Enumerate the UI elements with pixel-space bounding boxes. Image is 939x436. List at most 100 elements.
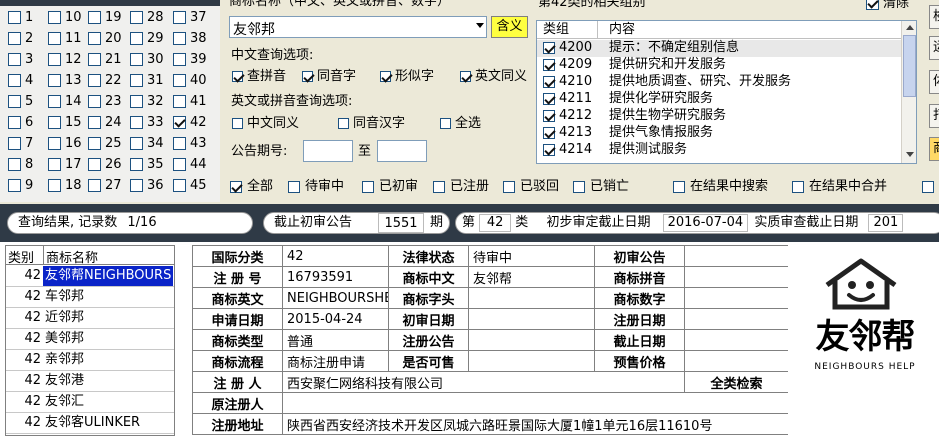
class-checkbox-12[interactable] xyxy=(48,53,61,66)
group-row[interactable]: 4214 提供测试服务 xyxy=(537,142,901,159)
group-list[interactable]: 类组 内容 4200 提示：不确定组别信息 4209 提供研究和开发服务 4210 提供地… xyxy=(536,20,917,164)
group-row-checkbox[interactable] xyxy=(543,76,555,88)
contains-button[interactable]: 含义 xyxy=(491,16,528,38)
result-row[interactable]: 42 友邻港 xyxy=(6,371,174,392)
prelim-date-value[interactable]: 2016-07-04 xyxy=(662,214,749,232)
result-row[interactable]: 42 友邻汇 xyxy=(6,392,174,413)
group-row-checkbox[interactable] xyxy=(543,42,555,54)
clear-checkbox[interactable] xyxy=(866,0,879,10)
status-filter-checkbox[interactable] xyxy=(503,181,515,193)
group-row[interactable]: 4209 提供研究和开发服务 xyxy=(537,57,901,74)
class-checkbox-6[interactable] xyxy=(8,116,21,129)
group-row[interactable]: 4212 提供生物学研究服务 xyxy=(537,108,901,125)
class-checkbox-23[interactable] xyxy=(88,95,101,108)
actual-date-value[interactable]: 201 xyxy=(868,214,904,232)
class-checkbox-2[interactable] xyxy=(8,32,21,45)
class-checkbox-11[interactable] xyxy=(48,32,61,45)
status-filter-checkbox[interactable] xyxy=(573,181,585,193)
option-checkbox[interactable] xyxy=(380,71,391,82)
side-button[interactable]: 検 xyxy=(929,5,939,29)
status-filter-checkbox[interactable] xyxy=(362,181,374,193)
status-filter-checkbox[interactable] xyxy=(673,181,685,193)
status-filter-extra-checkbox[interactable] xyxy=(922,181,934,193)
class-checkbox-45[interactable] xyxy=(173,179,186,192)
class-checkbox-18[interactable] xyxy=(48,179,61,192)
option-checkbox[interactable] xyxy=(232,71,243,82)
class-checkbox-38[interactable] xyxy=(173,32,186,45)
class-checkbox-5[interactable] xyxy=(8,95,21,108)
class-checkbox-42[interactable] xyxy=(173,116,186,129)
group-row[interactable]: 4200 提示：不确定组别信息 xyxy=(537,40,901,57)
chevron-down-icon[interactable] xyxy=(906,152,914,157)
class-checkbox-21[interactable] xyxy=(88,53,101,66)
class-checkbox-15[interactable] xyxy=(48,116,61,129)
option-checkbox[interactable] xyxy=(440,118,451,129)
class-checkbox-13[interactable] xyxy=(48,74,61,87)
group-row[interactable]: 4211 提供化学研究服务 xyxy=(537,91,901,108)
class-checkbox-41[interactable] xyxy=(173,95,186,108)
period-to-input[interactable] xyxy=(377,140,427,162)
class-checkbox-36[interactable] xyxy=(130,179,143,192)
option-checkbox[interactable] xyxy=(302,71,313,82)
class-checkbox-25[interactable] xyxy=(88,137,101,150)
result-row[interactable]: 42 友邻客ULINKER xyxy=(6,413,174,434)
result-row[interactable]: 42 近邻邦 xyxy=(6,308,174,329)
option-checkbox[interactable] xyxy=(460,71,471,82)
class-checkbox-9[interactable] xyxy=(8,179,21,192)
class-checkbox-27[interactable] xyxy=(88,179,101,192)
group-list-scrollbar[interactable] xyxy=(901,21,916,163)
chevron-up-icon[interactable] xyxy=(906,25,914,30)
class-checkbox-32[interactable] xyxy=(130,95,143,108)
class-checkbox-33[interactable] xyxy=(130,116,143,129)
side-button[interactable]: 运 xyxy=(929,36,939,60)
option-checkbox[interactable] xyxy=(338,118,349,129)
group-row-checkbox[interactable] xyxy=(543,110,555,122)
class-checkbox-37[interactable] xyxy=(173,11,186,24)
class-checkbox-17[interactable] xyxy=(48,158,61,171)
class-checkbox-8[interactable] xyxy=(8,158,21,171)
class-checkbox-34[interactable] xyxy=(130,137,143,150)
option-checkbox[interactable] xyxy=(232,118,243,129)
group-row-checkbox[interactable] xyxy=(543,93,555,105)
class-checkbox-22[interactable] xyxy=(88,74,101,87)
result-list[interactable]: 类别 商标名称 42 友邻帮NEIGHBOURS 42 车邻邦 42 近邻邦 42 美邻邦 42… xyxy=(5,245,175,436)
class-checkbox-29[interactable] xyxy=(130,32,143,45)
group-row-checkbox[interactable] xyxy=(543,144,555,156)
class-checkbox-39[interactable] xyxy=(173,53,186,66)
flow-value[interactable]: 商标注册申请 xyxy=(282,350,389,372)
class-checkbox-4[interactable] xyxy=(8,74,21,87)
class-checkbox-10[interactable] xyxy=(48,11,61,24)
class-checkbox-19[interactable] xyxy=(88,11,101,24)
class-checkbox-20[interactable] xyxy=(88,32,101,45)
result-row[interactable]: 42 车邻邦 xyxy=(6,287,174,308)
class-checkbox-43[interactable] xyxy=(173,137,186,150)
class-checkbox-14[interactable] xyxy=(48,95,61,108)
side-button[interactable]: 体 xyxy=(929,70,939,94)
status-filter-checkbox[interactable] xyxy=(230,181,242,193)
group-row-checkbox[interactable] xyxy=(543,59,555,71)
side-button[interactable]: 打 xyxy=(929,104,939,128)
class-checkbox-35[interactable] xyxy=(130,158,143,171)
class-checkbox-40[interactable] xyxy=(173,74,186,87)
full-search-button[interactable]: 全类检索 xyxy=(684,371,788,393)
scroll-thumb[interactable] xyxy=(903,35,916,97)
side-button[interactable]: 商 xyxy=(929,137,939,161)
class-checkbox-28[interactable] xyxy=(130,11,143,24)
period-from-input[interactable] xyxy=(303,140,353,162)
trademark-name-combobox[interactable]: 友邻邦 xyxy=(229,16,487,38)
class-checkbox-3[interactable] xyxy=(8,53,21,66)
class-checkbox-44[interactable] xyxy=(173,158,186,171)
class-checkbox-7[interactable] xyxy=(8,137,21,150)
group-row-checkbox[interactable] xyxy=(543,127,555,139)
class-checkbox-16[interactable] xyxy=(48,137,61,150)
status-filter-checkbox[interactable] xyxy=(433,181,445,193)
group-row[interactable]: 4213 提供气象情报服务 xyxy=(537,125,901,142)
group-row[interactable]: 4210 提供地质调查、研究、开发服务 xyxy=(537,74,901,91)
class-checkbox-24[interactable] xyxy=(88,116,101,129)
class-checkbox-1[interactable] xyxy=(8,11,21,24)
result-row[interactable]: 42 亲邻邦 xyxy=(6,350,174,371)
class-checkbox-30[interactable] xyxy=(130,53,143,66)
result-row[interactable]: 42 友邻帮NEIGHBOURS xyxy=(6,266,174,287)
class-checkbox-26[interactable] xyxy=(88,158,101,171)
status-filter-checkbox[interactable] xyxy=(792,181,804,193)
